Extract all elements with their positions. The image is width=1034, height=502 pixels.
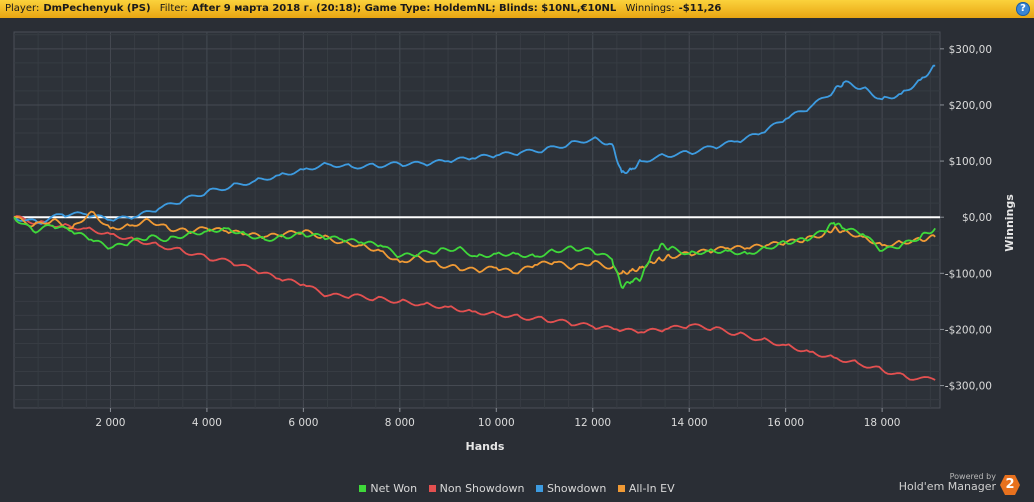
brand-name: Hold'em Manager xyxy=(898,480,996,493)
y-tick-label: $300,00 xyxy=(949,44,992,56)
y-tick-label: -$300,00 xyxy=(945,381,992,393)
x-tick-label: 10 000 xyxy=(478,417,515,429)
x-tick-label: 16 000 xyxy=(767,417,804,429)
winnings-value: -$11,26 xyxy=(678,3,722,14)
x-tick-label: 12 000 xyxy=(574,417,611,429)
y-tick-label: $200,00 xyxy=(949,100,992,112)
y-axis: $300,00 $200,00 $100,00 $0,00 -$100,00 -$200,… xyxy=(940,44,992,393)
legend-label: Net Won xyxy=(370,482,418,495)
x-axis: 2 000 4 000 6 000 8 000 10 000 12 000 14 000 16… xyxy=(95,408,901,429)
filter-label: Filter: xyxy=(159,3,188,14)
legend-item-non-showdown[interactable]: Non Showdown xyxy=(428,482,525,495)
winnings-label: Winnings: xyxy=(625,3,675,14)
y-tick-label: $100,00 xyxy=(949,156,992,168)
chart-legend: Net Won Non Showdown Showdown All-In EV xyxy=(0,482,1034,495)
x-tick-label: 8 000 xyxy=(385,417,415,429)
legend-swatch xyxy=(535,485,543,492)
winnings-chart[interactable]: 2 000 4 000 6 000 8 000 10 000 12 000 14 000 16… xyxy=(0,18,1034,472)
y-axis-title: Winnings xyxy=(1003,194,1016,252)
legend-swatch xyxy=(617,485,625,492)
y-tick-label: $0,00 xyxy=(962,212,992,224)
legend-item-all-in-ev[interactable]: All-In EV xyxy=(617,482,675,495)
filter-value: After 9 марта 2018 г. (20:18); Game Type… xyxy=(191,3,617,14)
legend-item-showdown[interactable]: Showdown xyxy=(535,482,607,495)
x-tick-label: 4 000 xyxy=(192,417,222,429)
filter-bar: Player: DmPechenyuk (PS) Filter: After 9 м… xyxy=(0,0,1034,18)
legend-label: Non Showdown xyxy=(439,482,525,495)
help-icon[interactable]: ? xyxy=(1016,2,1030,16)
x-tick-label: 6 000 xyxy=(288,417,318,429)
legend-swatch xyxy=(428,485,436,492)
player-label: Player: xyxy=(5,3,40,14)
legend-item-net-won[interactable]: Net Won xyxy=(359,482,417,495)
legend-label: Showdown xyxy=(546,482,607,495)
x-tick-label: 18 000 xyxy=(864,417,901,429)
x-axis-title: Hands xyxy=(466,440,505,453)
y-tick-label: -$100,00 xyxy=(945,268,992,280)
legend-label: All-In EV xyxy=(628,482,675,495)
player-value: DmPechenyuk (PS) xyxy=(43,3,151,14)
x-tick-label: 14 000 xyxy=(671,417,708,429)
legend-swatch xyxy=(359,485,367,492)
x-tick-label: 2 000 xyxy=(95,417,125,429)
y-tick-label: -$200,00 xyxy=(945,324,992,336)
